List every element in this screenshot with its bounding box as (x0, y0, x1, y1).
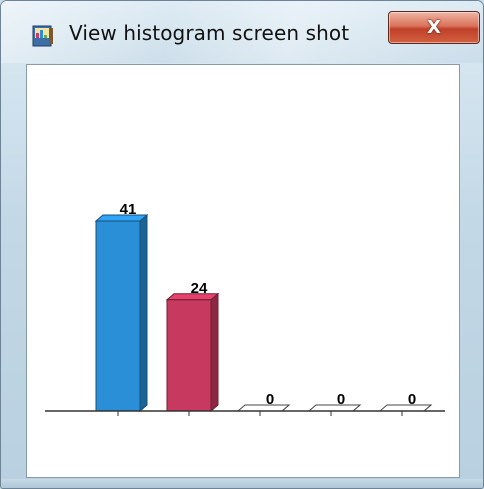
histogram-bar-2 (165, 292, 220, 413)
bar-top-face (378, 404, 433, 412)
histogram-bar-3 (236, 404, 291, 412)
chart-area: 41 24 0 0 0 (26, 64, 460, 478)
bar-top-face (236, 404, 291, 412)
close-icon: X (427, 17, 441, 38)
bar-value-label: 0 (337, 391, 345, 408)
bar-value-label: 41 (120, 201, 137, 218)
bar-side-face (210, 292, 219, 413)
title-bar[interactable]: View histogram screen shot X (1, 1, 483, 63)
window-title: View histogram screen shot (69, 21, 350, 45)
histogram-app-icon (32, 25, 53, 47)
bar-top-face (307, 404, 362, 412)
bar-front-face (95, 220, 141, 412)
bar-value-label: 24 (191, 280, 208, 297)
window-bottom-frame (1, 479, 483, 488)
bar-value-label: 0 (408, 391, 416, 408)
histogram-bar-1 (94, 213, 149, 413)
histogram-bar-4 (307, 404, 362, 412)
bar-value-label: 0 (266, 391, 274, 408)
bar-front-face (166, 299, 212, 412)
close-button[interactable]: X (388, 11, 480, 44)
bar-side-face (139, 213, 148, 413)
histogram-window: View histogram screen shot X 41 24 0 0 0 (0, 0, 484, 489)
histogram-chart: 41 24 0 0 0 (45, 201, 445, 416)
histogram-bar-5 (378, 404, 433, 412)
